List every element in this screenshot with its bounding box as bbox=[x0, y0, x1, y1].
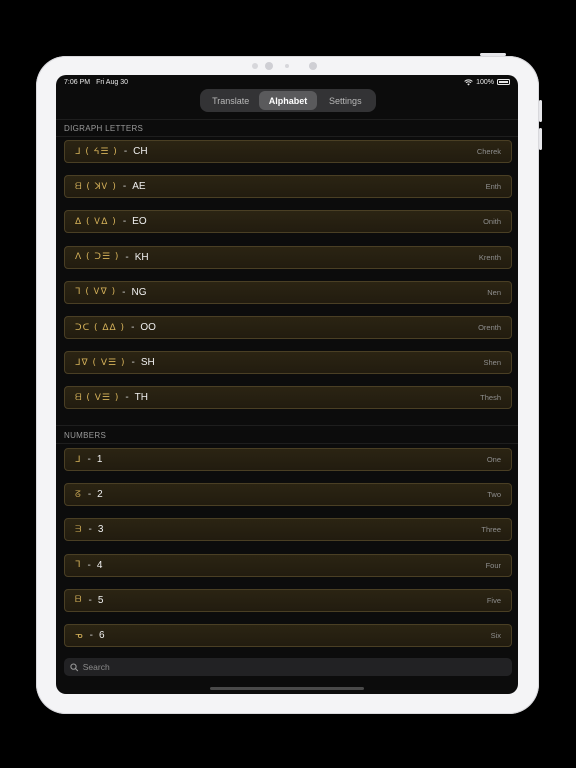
latin-letter: 4 bbox=[96, 559, 103, 571]
divider bbox=[56, 425, 518, 426]
latin-letter: 2 bbox=[97, 489, 103, 501]
app-screen: 7:06 PM Fri Aug 30 100% Translate Alphab… bbox=[56, 75, 518, 694]
list-item[interactable]: ᒧ ( ᔦ☰ ) - CH Cherek bbox=[64, 140, 512, 163]
list-item[interactable]: ᒧ -1 One bbox=[64, 448, 512, 471]
letter-name: Five bbox=[486, 595, 501, 605]
separator: - bbox=[125, 251, 129, 263]
separator: - bbox=[131, 357, 135, 369]
divider bbox=[56, 443, 518, 444]
glyph-text: ᒧ ( ᔦ☰ ) bbox=[75, 146, 118, 157]
separator: - bbox=[87, 454, 91, 465]
letter-name: Nen bbox=[487, 287, 501, 297]
letter-name: Two bbox=[487, 490, 501, 500]
glyph-text: ᐃ ( Ꮩᐃ ) bbox=[75, 216, 117, 227]
status-date: Fri Aug 30 bbox=[96, 78, 128, 86]
list-item[interactable]: ᘔ -2 Two bbox=[64, 483, 512, 507]
separator: - bbox=[89, 630, 94, 641]
battery-percent: 100% bbox=[476, 78, 494, 86]
separator: - bbox=[125, 392, 129, 404]
glyph-text: ᑐᑕ ( ᐃᐃ ) bbox=[75, 322, 126, 333]
letter-name: Four bbox=[485, 560, 501, 570]
tab-switcher: Translate Alphabet Settings bbox=[200, 89, 376, 112]
latin-letter: SH bbox=[140, 357, 155, 369]
status-time: 7:06 PM bbox=[64, 78, 91, 86]
separator: - bbox=[131, 322, 135, 333]
list-item[interactable]: ᓀ -6 Six bbox=[64, 624, 512, 647]
letter-name: Thesh bbox=[480, 393, 501, 403]
camera-lens bbox=[265, 62, 273, 70]
sensor-dot bbox=[252, 63, 258, 69]
list-item[interactable]: ᒣ -4 Four bbox=[64, 553, 512, 577]
letter-name: Orenth bbox=[478, 323, 501, 332]
glyph-text: ᒣ bbox=[75, 560, 82, 571]
latin-letter: CH bbox=[133, 146, 148, 157]
tab-alphabet[interactable]: Alphabet bbox=[259, 91, 317, 110]
letter-name: Onith bbox=[483, 217, 501, 227]
separator: - bbox=[122, 181, 127, 193]
latin-letter: TH bbox=[134, 392, 149, 404]
separator: - bbox=[88, 594, 92, 606]
wifi-icon bbox=[464, 78, 473, 85]
separator: - bbox=[88, 524, 92, 536]
list-item[interactable]: ᗺ ( ꓘᏙ ) - AE Enth bbox=[64, 175, 512, 199]
letter-name: Shen bbox=[483, 358, 501, 368]
search-icon bbox=[70, 662, 79, 671]
latin-letter: 1 bbox=[96, 454, 103, 465]
volume-up-button bbox=[539, 100, 542, 122]
home-indicator[interactable] bbox=[210, 687, 364, 690]
sensor-dot bbox=[285, 64, 289, 68]
power-button bbox=[480, 53, 506, 56]
glyph-text: ᗷ bbox=[75, 595, 83, 606]
glyph-text: ᗺ ( ꓘᏙ ) bbox=[75, 181, 117, 192]
list-item[interactable]: ᗺ ( ᐯ☰ ) - TH Thesh bbox=[64, 386, 512, 410]
search-input[interactable] bbox=[82, 662, 506, 672]
latin-letter: 3 bbox=[97, 524, 104, 536]
latin-letter: 6 bbox=[99, 630, 105, 641]
list-item[interactable]: ᗱ -3 Three bbox=[64, 518, 512, 542]
separator: - bbox=[87, 489, 92, 501]
tab-translate[interactable]: Translate bbox=[202, 91, 259, 110]
search-bar[interactable] bbox=[64, 658, 512, 676]
letter-name: Six bbox=[490, 631, 501, 640]
letter-name: Cherek bbox=[476, 147, 501, 156]
tab-settings[interactable]: Settings bbox=[317, 91, 374, 110]
volume-down-button bbox=[539, 128, 542, 150]
list-item[interactable]: ᑐᑕ ( ᐃᐃ ) - OO Orenth bbox=[64, 316, 512, 339]
section-header-digraph: DIGRAPH LETTERS bbox=[64, 124, 144, 133]
list-item[interactable]: ᐱ ( ᑐ☰ ) - KH Krenth bbox=[64, 245, 512, 269]
status-bar: 7:06 PM Fri Aug 30 100% bbox=[56, 75, 518, 89]
glyph-text: ᒧᐁ ( ᐯ☰ ) bbox=[75, 357, 126, 368]
camera-lens bbox=[309, 62, 317, 70]
glyph-text: ᒣ ( Ꮩᐁ ) bbox=[75, 287, 117, 298]
latin-letter: KH bbox=[134, 251, 149, 263]
letter-name: Krenth bbox=[478, 252, 501, 262]
letter-name: One bbox=[486, 455, 501, 464]
divider bbox=[56, 119, 518, 120]
separator: - bbox=[122, 216, 127, 228]
latin-letter: NG bbox=[131, 286, 147, 298]
separator: - bbox=[123, 146, 128, 157]
list-item[interactable]: ᐃ ( Ꮩᐃ ) - EO Onith bbox=[64, 210, 512, 234]
glyph-text: ᒧ bbox=[75, 454, 82, 465]
latin-letter: 5 bbox=[97, 594, 104, 606]
letter-name: Three bbox=[481, 525, 501, 535]
letter-name: Enth bbox=[485, 182, 501, 192]
latin-letter: AE bbox=[132, 181, 146, 193]
list-item[interactable]: ᗷ -5 Five bbox=[64, 588, 512, 612]
glyph-text: ᘔ bbox=[75, 489, 82, 500]
glyph-text: ᗱ bbox=[75, 524, 83, 535]
glyph-text: ᐱ ( ᑐ☰ ) bbox=[75, 252, 120, 263]
section-header-numbers: NUMBERS bbox=[64, 431, 107, 440]
list-item[interactable]: ᒧᐁ ( ᐯ☰ ) - SH Shen bbox=[64, 351, 512, 375]
divider bbox=[56, 136, 518, 137]
list-item[interactable]: ᒣ ( Ꮩᐁ ) - NG Nen bbox=[64, 280, 512, 304]
battery-icon bbox=[497, 79, 510, 85]
glyph-text: ᓀ bbox=[75, 630, 84, 641]
separator: - bbox=[87, 559, 91, 571]
latin-letter: OO bbox=[140, 322, 156, 333]
glyph-text: ᗺ ( ᐯ☰ ) bbox=[75, 392, 120, 403]
separator: - bbox=[122, 286, 126, 298]
latin-letter: EO bbox=[132, 216, 147, 228]
